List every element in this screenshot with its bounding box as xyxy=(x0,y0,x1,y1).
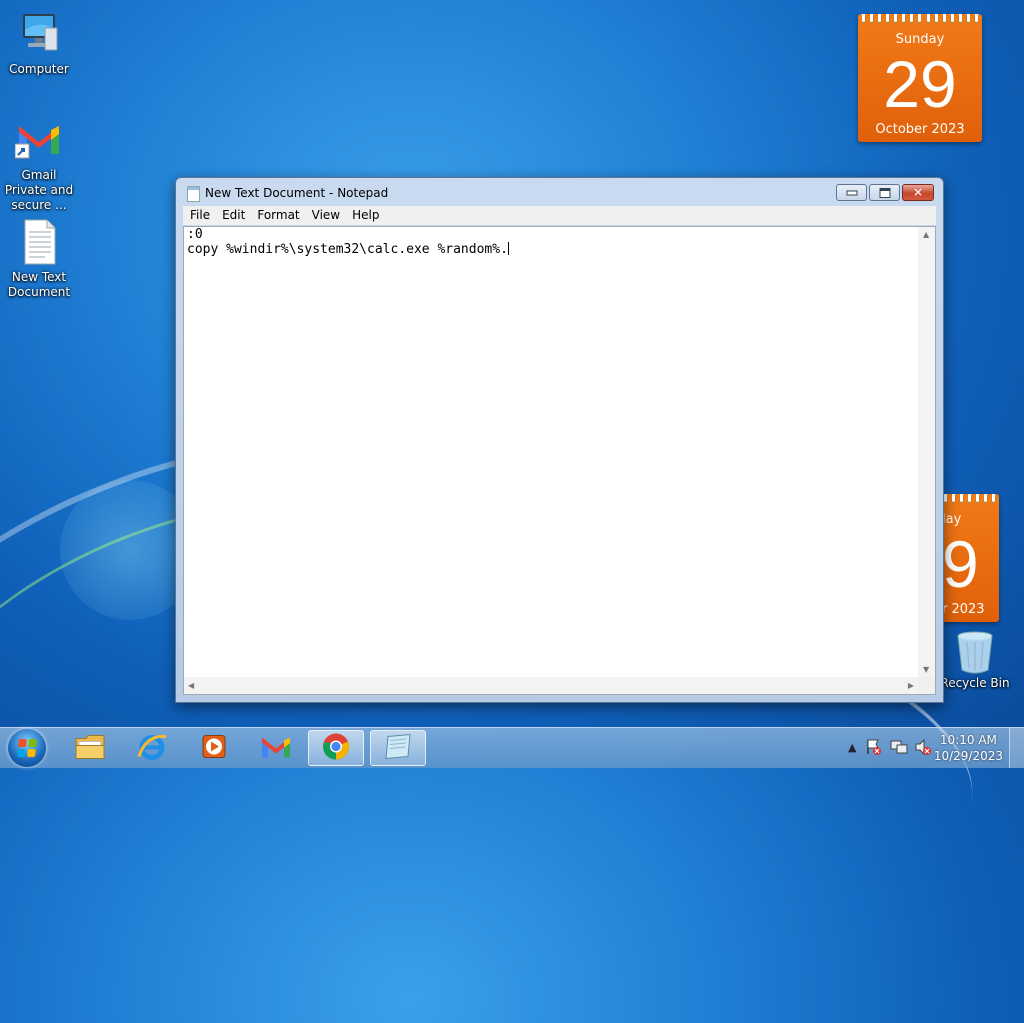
desktop-icon-label: Recycle Bin xyxy=(940,676,1010,690)
desktop-icon-recycle-bin[interactable]: Recycle Bin xyxy=(936,630,1014,691)
desktop-icon-new-text-document[interactable]: New Text Document xyxy=(0,218,78,300)
taskbar-notepad[interactable] xyxy=(370,730,426,766)
scroll-up-icon[interactable]: ▲ xyxy=(923,230,929,239)
menu-format[interactable]: Format xyxy=(251,206,305,225)
scroll-right-icon[interactable]: ▶ xyxy=(908,681,914,690)
gmail-icon xyxy=(14,116,63,164)
desktop-icon-label: New Text Document xyxy=(7,270,71,299)
menu-file[interactable]: File xyxy=(184,206,216,225)
minimize-button[interactable] xyxy=(836,184,867,201)
calendar-month-year: October 2023 xyxy=(875,122,965,137)
desktop-icon-label: Gmail Private and secure ... xyxy=(4,168,74,212)
notepad-icon xyxy=(382,733,414,764)
taskbar: ▲ 10:10 AM 10/29/2023 xyxy=(0,727,1024,768)
clock-date: 10/29/2023 xyxy=(933,749,1003,763)
desktop-icon-computer[interactable]: Computer xyxy=(0,10,78,77)
notepad-icon xyxy=(187,186,200,202)
gmail-icon xyxy=(260,734,292,763)
scroll-left-icon[interactable]: ◀ xyxy=(188,681,194,690)
taskbar-media-player[interactable] xyxy=(186,730,242,766)
calendar-day-number: 29 xyxy=(883,47,957,121)
show-desktop-button[interactable] xyxy=(1009,728,1024,768)
scrollbar-corner xyxy=(918,677,935,694)
text-caret xyxy=(507,242,509,255)
calendar-rings xyxy=(862,14,978,22)
clock-time: 10:10 AM xyxy=(939,733,997,747)
close-button[interactable]: ✕ xyxy=(902,184,934,201)
editor-content[interactable]: :0 copy %windir%\system32\calc.exe %rando… xyxy=(187,228,915,676)
maximize-icon xyxy=(879,187,890,198)
folder-icon xyxy=(74,733,106,764)
calendar-day-number: 9 xyxy=(942,527,979,601)
show-hidden-icons-icon[interactable]: ▲ xyxy=(848,741,856,754)
text-editor[interactable]: :0 copy %windir%\system32\calc.exe %rando… xyxy=(183,226,936,695)
taskbar-gmail[interactable] xyxy=(248,730,304,766)
calendar-month-year: r 2023 xyxy=(942,602,985,617)
vertical-scrollbar[interactable]: ▲ ▼ xyxy=(918,227,935,677)
computer-icon xyxy=(15,10,63,58)
window-title: New Text Document - Notepad xyxy=(205,186,389,200)
calendar-gadget[interactable]: Sunday 29 October 2023 xyxy=(858,14,982,142)
taskbar-chrome[interactable] xyxy=(308,730,364,766)
text-line-with-caret: copy %windir%\system32\calc.exe %random%… xyxy=(187,242,915,257)
taskbar-internet-explorer[interactable] xyxy=(124,730,180,766)
media-player-icon xyxy=(199,732,229,765)
calendar-rings xyxy=(944,494,995,502)
action-center-flag-icon[interactable] xyxy=(866,738,882,759)
menu-bar: File Edit Format View Help xyxy=(183,206,936,225)
title-bar[interactable]: New Text Document - Notepad ✕ xyxy=(176,178,943,206)
chrome-icon xyxy=(321,732,351,765)
scroll-down-icon[interactable]: ▼ xyxy=(923,665,929,674)
volume-muted-icon[interactable] xyxy=(914,738,932,759)
desktop-icon-gmail[interactable]: Gmail Private and secure ... xyxy=(0,116,78,213)
horizontal-scrollbar[interactable]: ◀ ▶ xyxy=(184,677,918,694)
taskbar-clock[interactable]: 10:10 AM 10/29/2023 xyxy=(934,732,1003,764)
menu-help[interactable]: Help xyxy=(346,206,385,225)
menu-view[interactable]: View xyxy=(306,206,346,225)
windows-logo-icon xyxy=(17,739,37,757)
internet-explorer-icon xyxy=(136,731,168,766)
recycle-bin-icon xyxy=(955,630,995,674)
network-icon[interactable] xyxy=(890,738,908,759)
menu-edit[interactable]: Edit xyxy=(216,206,251,225)
maximize-button[interactable] xyxy=(869,184,900,201)
start-button[interactable] xyxy=(8,729,46,767)
text-line: copy %windir%\system32\calc.exe %random%… xyxy=(187,242,508,257)
minimize-icon xyxy=(846,190,857,195)
notepad-window[interactable]: New Text Document - Notepad ✕ File Edit Fo… xyxy=(175,177,944,703)
close-icon: ✕ xyxy=(912,185,924,199)
taskbar-file-explorer[interactable] xyxy=(62,730,118,766)
text-line: :0 xyxy=(187,227,203,242)
text-file-icon xyxy=(15,218,63,266)
desktop-icon-label: Computer xyxy=(9,62,69,76)
